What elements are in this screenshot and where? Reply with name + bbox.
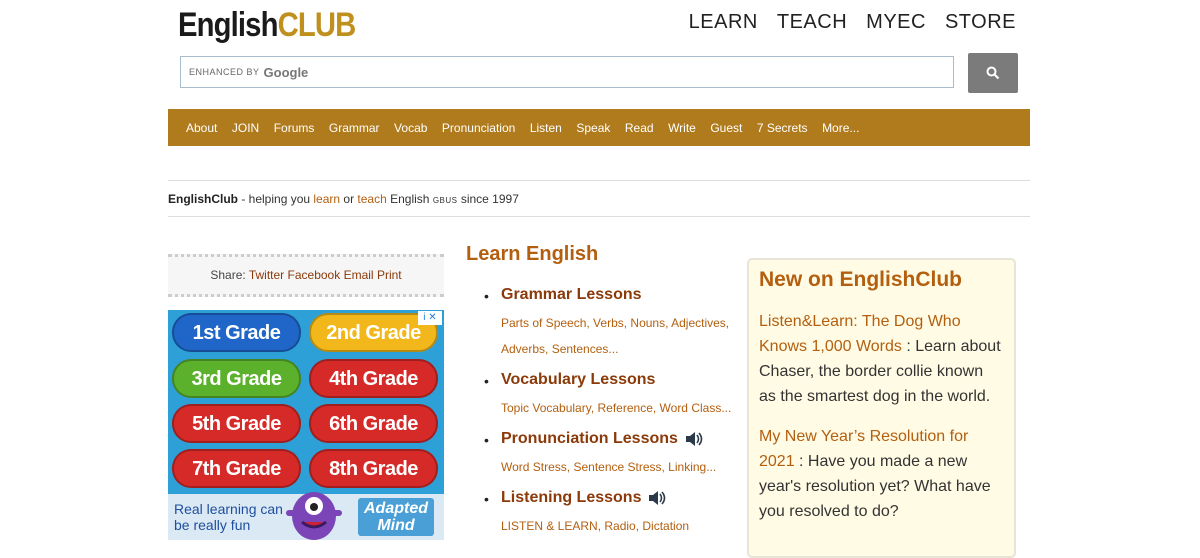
nav-about[interactable]: About xyxy=(186,121,217,135)
nav-join[interactable]: JOIN xyxy=(232,121,259,135)
tagline-text: or xyxy=(340,192,358,206)
ad-logo-line: Adapted xyxy=(364,500,428,517)
tagline-learn-link[interactable]: learn xyxy=(313,192,340,206)
lesson-description[interactable]: LISTEN & LEARN, Radio, Dictation xyxy=(501,513,744,539)
grammar-lessons-link[interactable]: Grammar Lessons xyxy=(501,286,744,304)
tagline-text: English xyxy=(386,192,433,206)
share-facebook[interactable]: Facebook xyxy=(288,268,341,282)
nav-guest[interactable]: Guest xyxy=(710,121,742,135)
lesson-title: Grammar Lessons xyxy=(501,286,642,303)
site-logo[interactable]: EnglishCLUB xyxy=(178,6,357,45)
bullet: • xyxy=(484,373,489,389)
logo-english: English xyxy=(178,6,278,44)
search-box: ENHANCED BY Google xyxy=(180,56,954,88)
search-input[interactable] xyxy=(181,57,953,87)
bullet: • xyxy=(484,432,489,448)
tagline-brand: EnglishClub xyxy=(168,192,238,206)
vocabulary-lessons-link[interactable]: Vocabulary Lessons xyxy=(501,371,744,389)
nav-speak[interactable]: Speak xyxy=(576,121,610,135)
list-item: • Listening Lessons LISTEN & LEARN, Radi… xyxy=(484,489,744,539)
nav-7-secrets[interactable]: 7 Secrets xyxy=(757,121,808,135)
nav-grammar[interactable]: Grammar xyxy=(329,121,380,135)
bullet: • xyxy=(484,491,489,507)
topnav-learn[interactable]: LEARN xyxy=(689,11,758,34)
list-item: • Grammar Lessons Parts of Speech, Verbs… xyxy=(484,286,744,362)
share-label: Share: xyxy=(210,268,249,282)
ad-logo-line: Mind xyxy=(377,517,415,534)
news-text: : Have you made a new year's resolution … xyxy=(759,453,991,520)
lesson-description[interactable]: Word Stress, Sentence Stress, Linking... xyxy=(501,454,744,480)
news-item: My New Year’s Resolution for 2021 : Have… xyxy=(759,424,1004,524)
topnav-store[interactable]: STORE xyxy=(945,11,1016,34)
nav-more[interactable]: More... xyxy=(822,121,859,135)
share-twitter[interactable]: Twitter xyxy=(249,268,284,282)
lesson-title: Pronunciation Lessons xyxy=(501,430,678,447)
tagline-text: since 1997 xyxy=(457,192,519,206)
top-nav: LEARN TEACH MYEC STORE xyxy=(689,11,1016,34)
ad-footer: Real learning can be really fun Adapted Mi… xyxy=(168,492,444,540)
tagline: EnglishClub - helping you learn or teach… xyxy=(168,192,519,206)
speaker-icon xyxy=(649,491,666,505)
nav-pronunciation[interactable]: Pronunciation xyxy=(442,121,515,135)
share-bar: Share: Twitter Facebook Email Print xyxy=(168,254,444,297)
ad-grade-button[interactable]: 3rd Grade xyxy=(172,359,301,398)
search-icon xyxy=(986,66,1000,80)
main-navbar: About JOIN Forums Grammar Vocab Pronunci… xyxy=(168,109,1030,146)
lesson-title: Vocabulary Lessons xyxy=(501,371,656,388)
nav-forums[interactable]: Forums xyxy=(274,121,315,135)
lesson-description[interactable]: Topic Vocabulary, Reference, Word Class.… xyxy=(501,395,744,421)
list-item: • Vocabulary Lessons Topic Vocabulary, R… xyxy=(484,371,744,421)
tagline-gbus: GBUS xyxy=(432,196,458,205)
share-print[interactable]: Print xyxy=(377,268,402,282)
ad-text-line: be really fun xyxy=(174,517,251,533)
tagline-text: - helping you xyxy=(238,192,314,206)
ad-grade-button[interactable]: 5th Grade xyxy=(172,404,301,443)
monster-mascot-icon xyxy=(286,492,342,540)
lesson-title: Listening Lessons xyxy=(501,489,642,506)
listening-lessons-link[interactable]: Listening Lessons xyxy=(501,489,744,507)
lesson-description[interactable]: Parts of Speech, Verbs, Nouns, Adjective… xyxy=(501,310,744,362)
bullet: • xyxy=(484,288,489,304)
speaker-icon xyxy=(685,432,703,446)
ad-grade-button[interactable]: 1st Grade xyxy=(172,313,301,352)
adchoices-icon[interactable]: i ✕ xyxy=(418,311,442,325)
nav-listen[interactable]: Listen xyxy=(530,121,562,135)
pronunciation-lessons-link[interactable]: Pronunciation Lessons xyxy=(501,430,744,448)
divider xyxy=(168,216,1030,217)
learn-english-heading: Learn English xyxy=(466,243,599,265)
ad-text: Real learning can be really fun xyxy=(174,501,283,533)
tagline-teach-link[interactable]: teach xyxy=(357,192,386,206)
share-email[interactable]: Email xyxy=(344,268,374,282)
ad-text-line: Real learning can xyxy=(174,501,283,517)
ad-grade-button[interactable]: 4th Grade xyxy=(309,359,438,398)
topnav-teach[interactable]: TEACH xyxy=(777,11,847,34)
lessons-list: • Grammar Lessons Parts of Speech, Verbs… xyxy=(484,286,744,548)
nav-vocab[interactable]: Vocab xyxy=(394,121,427,135)
ad-brand-logo: Adapted Mind xyxy=(358,498,434,536)
nav-write[interactable]: Write xyxy=(668,121,696,135)
new-on-englishclub-box: New on EnglishClub Listen&Learn: The Dog… xyxy=(747,258,1016,558)
ad-grade-button[interactable]: 6th Grade xyxy=(309,404,438,443)
news-item: Listen&Learn: The Dog Who Knows 1,000 Wo… xyxy=(759,309,1004,409)
nav-read[interactable]: Read xyxy=(625,121,654,135)
topnav-myec[interactable]: MYEC xyxy=(866,11,926,34)
list-item: • Pronunciation Lessons Word Stress, Sen… xyxy=(484,430,744,480)
divider xyxy=(168,180,1030,181)
logo-club: CLUB xyxy=(277,6,357,44)
new-on-heading: New on EnglishClub xyxy=(759,268,962,291)
advertisement[interactable]: 1st Grade 2nd Grade 3rd Grade 4th Grade … xyxy=(168,310,444,540)
search-button[interactable] xyxy=(968,53,1018,93)
